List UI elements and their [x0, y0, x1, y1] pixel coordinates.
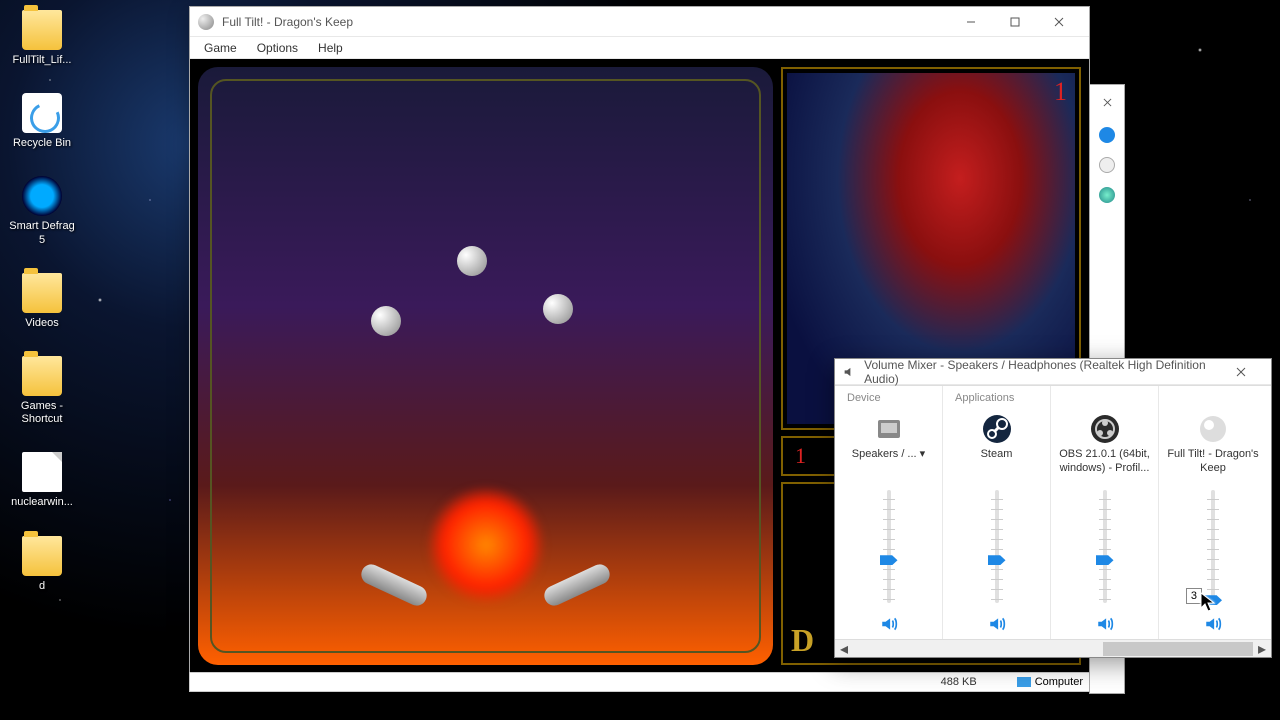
mixer-title: Volume Mixer - Speakers / Headphones (Re… [864, 358, 1219, 386]
channel-name: OBS 21.0.1 (64bit, windows) - Profil... [1055, 448, 1154, 478]
computer-icon [1017, 677, 1031, 687]
scroll-left-button[interactable]: ◂ [835, 641, 853, 657]
mixer-channel-2: OBS 21.0.1 (64bit, windows) - Profil... [1051, 386, 1159, 639]
maximize-button[interactable] [993, 8, 1037, 36]
desktop-icon-d[interactable]: d [6, 536, 78, 593]
volume-slider[interactable] [1095, 484, 1115, 609]
game-window-title: Full Tilt! - Dragon's Keep [222, 15, 353, 29]
channel-name: Speakers / ... ▾ [852, 448, 925, 478]
desktop-icon-recycle-bin[interactable]: Recycle Bin [6, 93, 78, 150]
mouse-cursor [1200, 592, 1218, 614]
scroll-thumb[interactable] [1103, 642, 1253, 656]
minimize-button[interactable] [949, 8, 993, 36]
app-icon[interactable] [982, 414, 1012, 444]
explorer-statusbar: 488 KB Computer [189, 672, 1090, 692]
desktop-icon-nuclearwin[interactable]: nuclearwin... [6, 452, 78, 509]
help-icon[interactable] [1099, 127, 1115, 143]
mute-button[interactable] [878, 613, 900, 635]
volume-slider[interactable] [1203, 484, 1223, 609]
app-icon[interactable] [874, 414, 904, 444]
desktop-icon-smart-defrag[interactable]: Smart Defrag 5 [6, 176, 78, 246]
menu-game[interactable]: Game [196, 39, 245, 57]
desktop-icon-videos[interactable]: Videos [6, 273, 78, 330]
channel-name: Steam [981, 448, 1013, 478]
menu-help[interactable]: Help [310, 39, 351, 57]
mixer-channel-0: DeviceSpeakers / ... ▾ [835, 386, 943, 639]
speaker-icon [843, 365, 856, 379]
mute-button[interactable] [986, 613, 1008, 635]
app-icon[interactable] [1198, 414, 1228, 444]
mute-button[interactable] [1094, 613, 1116, 635]
mixer-scrollbar[interactable]: ◂ ▸ [835, 639, 1271, 657]
right-flipper [541, 561, 613, 609]
menu-options[interactable]: Options [249, 39, 306, 57]
search-icon[interactable] [1099, 157, 1115, 173]
scroll-right-button[interactable]: ▸ [1253, 641, 1271, 657]
desktop-icon-games[interactable]: Games - Shortcut [6, 356, 78, 426]
game-app-icon [198, 14, 214, 30]
left-flipper [358, 561, 430, 609]
game-titlebar[interactable]: Full Tilt! - Dragon's Keep [190, 7, 1089, 37]
volume-slider[interactable] [987, 484, 1007, 609]
app-icon[interactable] [1090, 414, 1120, 444]
mute-button[interactable] [1202, 613, 1224, 635]
explorer-close-button[interactable] [1096, 91, 1118, 113]
menubar: Game Options Help [190, 37, 1089, 59]
mixer-channel-1: ApplicationsSteam [943, 386, 1051, 639]
desktop-icon-fulltilt[interactable]: FullTilt_Lif... [6, 10, 78, 67]
mixer-close-button[interactable] [1219, 358, 1263, 386]
channel-name: Full Tilt! - Dragon's Keep [1163, 448, 1263, 478]
pinball-playfield[interactable] [198, 67, 773, 665]
volume-slider[interactable] [879, 484, 899, 609]
mixer-titlebar[interactable]: Volume Mixer - Speakers / Headphones (Re… [835, 359, 1271, 385]
close-button[interactable] [1037, 8, 1081, 36]
globe-icon [1099, 187, 1115, 203]
desktop-icons: FullTilt_Lif... Recycle Bin Smart Defrag… [6, 10, 78, 593]
